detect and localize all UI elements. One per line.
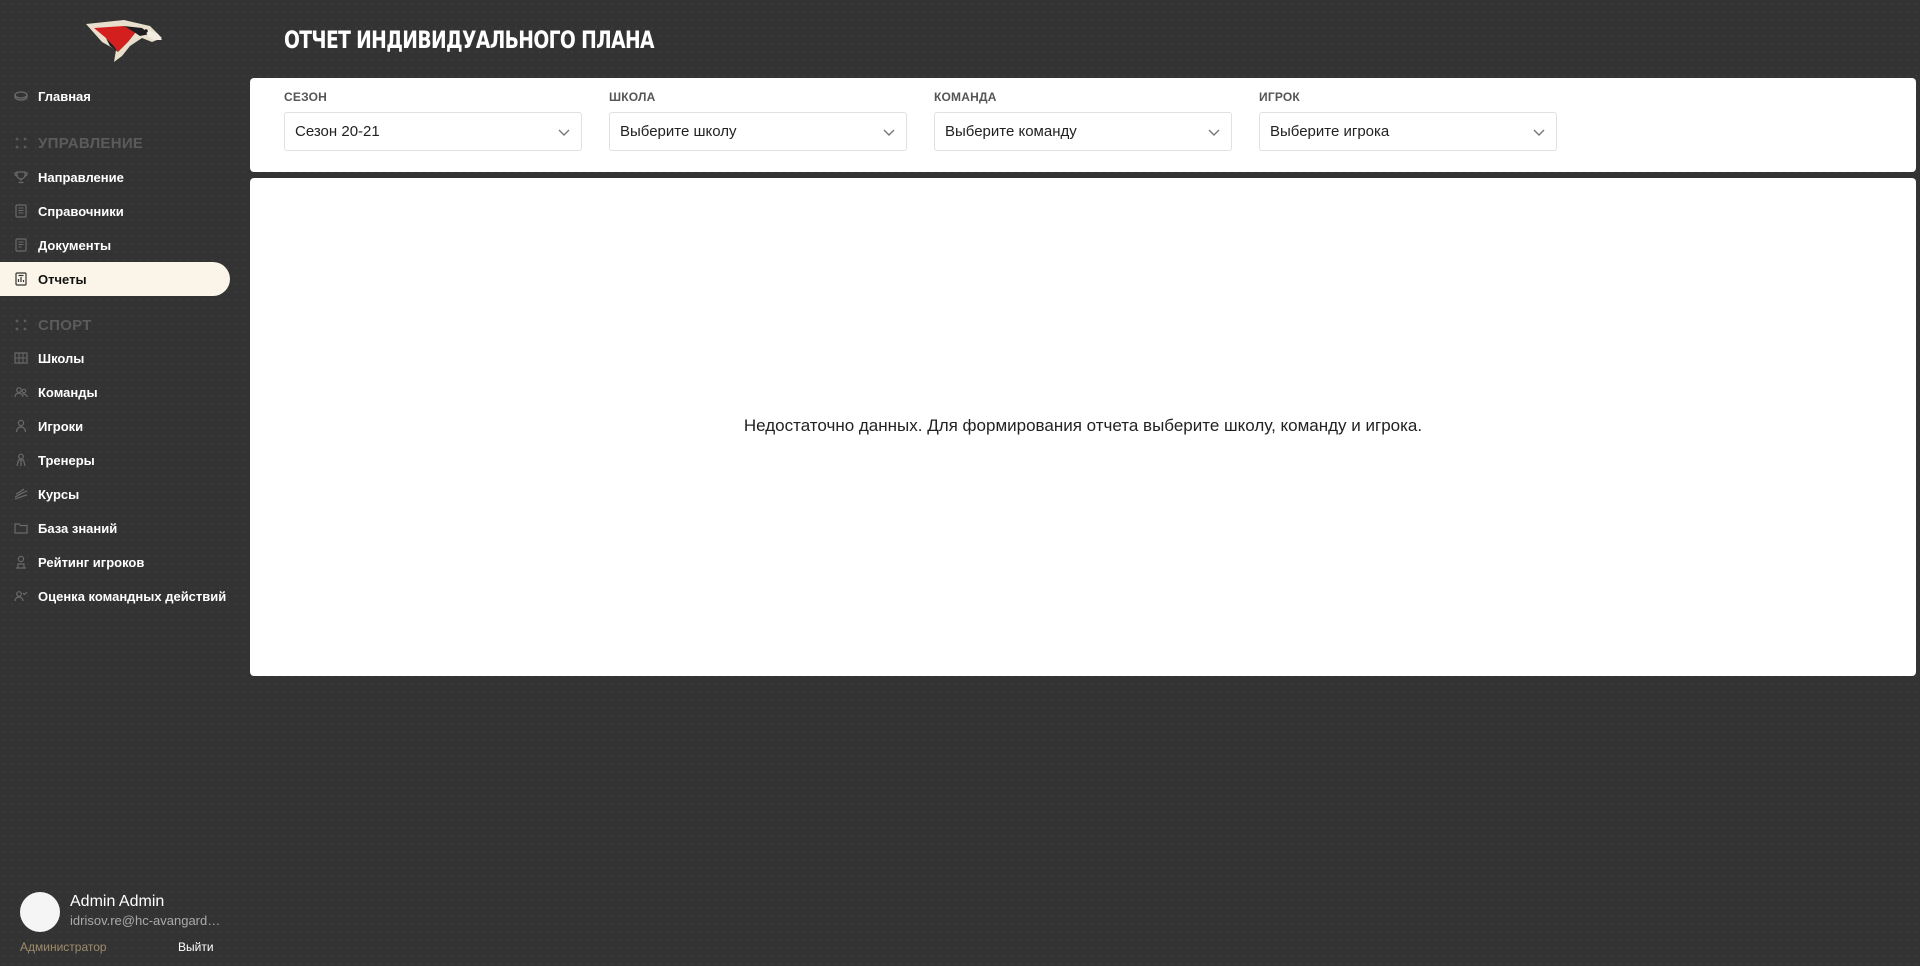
- page-title: ОТЧЕТ ИНДИВИДУАЛЬНОГО ПЛАНА: [284, 26, 654, 54]
- user-role: Администратор: [20, 940, 107, 954]
- nav-item-schools[interactable]: Школы: [0, 341, 230, 375]
- filter-label: КОМАНДА: [934, 90, 997, 104]
- nav-item-label: Главная: [38, 88, 91, 104]
- filter-season: СЕЗОН Сезон 20-21: [284, 90, 582, 151]
- nav-item-label: Школы: [38, 350, 85, 366]
- user-name: Admin Admin: [70, 893, 165, 910]
- courses-icon: [14, 487, 28, 501]
- puck-icon: [14, 89, 28, 103]
- team-select[interactable]: Выберите команду: [934, 112, 1232, 151]
- dots-grid-icon: [14, 318, 28, 332]
- nav-item-home[interactable]: Главная: [0, 79, 230, 113]
- nav-item-teams[interactable]: Команды: [0, 375, 230, 409]
- nav-item-label: Команды: [38, 384, 98, 400]
- section-header-sport: СПОРТ: [0, 310, 92, 340]
- nav-item-label: Оценка командных действий: [38, 588, 227, 604]
- nav-item-label: Направление: [38, 169, 124, 185]
- coach-icon: [14, 453, 28, 467]
- nav-item-player-rating[interactable]: Рейтинг игроков: [0, 545, 230, 579]
- select-value: Выберите школу: [620, 123, 737, 140]
- season-select[interactable]: Сезон 20-21: [284, 112, 582, 151]
- nav-item-label: Курсы: [38, 486, 80, 502]
- chevron-down-icon: [1207, 125, 1221, 139]
- select-value: Выберите команду: [945, 123, 1077, 140]
- dots-grid-icon: [14, 136, 28, 150]
- nav-item-label: Справочники: [38, 203, 124, 219]
- nav-item-knowledge-base[interactable]: База знаний: [0, 511, 230, 545]
- filter-label: ИГРОК: [1259, 90, 1300, 104]
- section-title: СПОРТ: [38, 316, 92, 334]
- chevron-down-icon: [882, 125, 896, 139]
- nav-item-team-evaluation[interactable]: Оценка командных действий: [0, 579, 230, 613]
- report-icon: [14, 272, 28, 286]
- folder-icon: [14, 521, 28, 535]
- nav-item-label: Рейтинг игроков: [38, 554, 145, 570]
- avatar[interactable]: [20, 892, 60, 932]
- logout-button[interactable]: Выйти: [178, 940, 214, 954]
- filter-label: ШКОЛА: [609, 90, 656, 104]
- nav-item-players[interactable]: Игроки: [0, 409, 230, 443]
- nav-item-direction[interactable]: Направление: [0, 160, 230, 194]
- book-icon: [14, 204, 28, 218]
- nav-item-coaches[interactable]: Тренеры: [0, 443, 230, 477]
- nav-item-label: Документы: [38, 237, 112, 253]
- section-title: УПРАВЛЕНИЕ: [38, 134, 144, 152]
- nav-item-label: Тренеры: [38, 452, 95, 468]
- select-value: Сезон 20-21: [295, 123, 380, 140]
- nav-item-label: Игроки: [38, 418, 84, 434]
- select-value: Выберите игрока: [1270, 123, 1390, 140]
- school-select[interactable]: Выберите школу: [609, 112, 907, 151]
- hawk-logo[interactable]: [84, 16, 164, 64]
- nav-item-label: База знаний: [38, 520, 118, 536]
- chevron-down-icon: [557, 125, 571, 139]
- team-eval-icon: [14, 589, 28, 603]
- user-profile: Admin Admin idrisov.re@hc-avangard.com А…: [20, 892, 230, 962]
- nav-item-reports[interactable]: Отчеты: [0, 262, 230, 296]
- nav-item-documents[interactable]: Документы: [0, 228, 230, 262]
- report-panel: Недостаточно данных. Для формирования от…: [250, 178, 1916, 676]
- nav-item-references[interactable]: Справочники: [0, 194, 230, 228]
- document-icon: [14, 238, 28, 252]
- user-email: idrisov.re@hc-avangard.com: [70, 913, 222, 928]
- player-icon: [14, 419, 28, 433]
- filters-panel: СЕЗОН Сезон 20-21 ШКОЛА Выберите школу К…: [250, 78, 1916, 172]
- nav-item-courses[interactable]: Курсы: [0, 477, 230, 511]
- filter-team: КОМАНДА Выберите команду: [934, 90, 1232, 151]
- rating-icon: [14, 555, 28, 569]
- section-header-management: УПРАВЛЕНИЕ: [0, 128, 143, 158]
- nav-item-label: Отчеты: [38, 271, 87, 287]
- team-icon: [14, 385, 28, 399]
- filter-school: ШКОЛА Выберите школу: [609, 90, 907, 151]
- trophy-icon: [14, 170, 28, 184]
- school-icon: [14, 351, 28, 365]
- chevron-down-icon: [1532, 125, 1546, 139]
- player-select[interactable]: Выберите игрока: [1259, 112, 1557, 151]
- filter-label: СЕЗОН: [284, 90, 328, 104]
- sidebar: Главная УПРАВЛЕНИЕ Направление Справочни…: [0, 0, 240, 966]
- empty-state-message: Недостаточно данных. Для формирования от…: [743, 416, 1423, 435]
- filter-player: ИГРОК Выберите игрока: [1259, 90, 1557, 151]
